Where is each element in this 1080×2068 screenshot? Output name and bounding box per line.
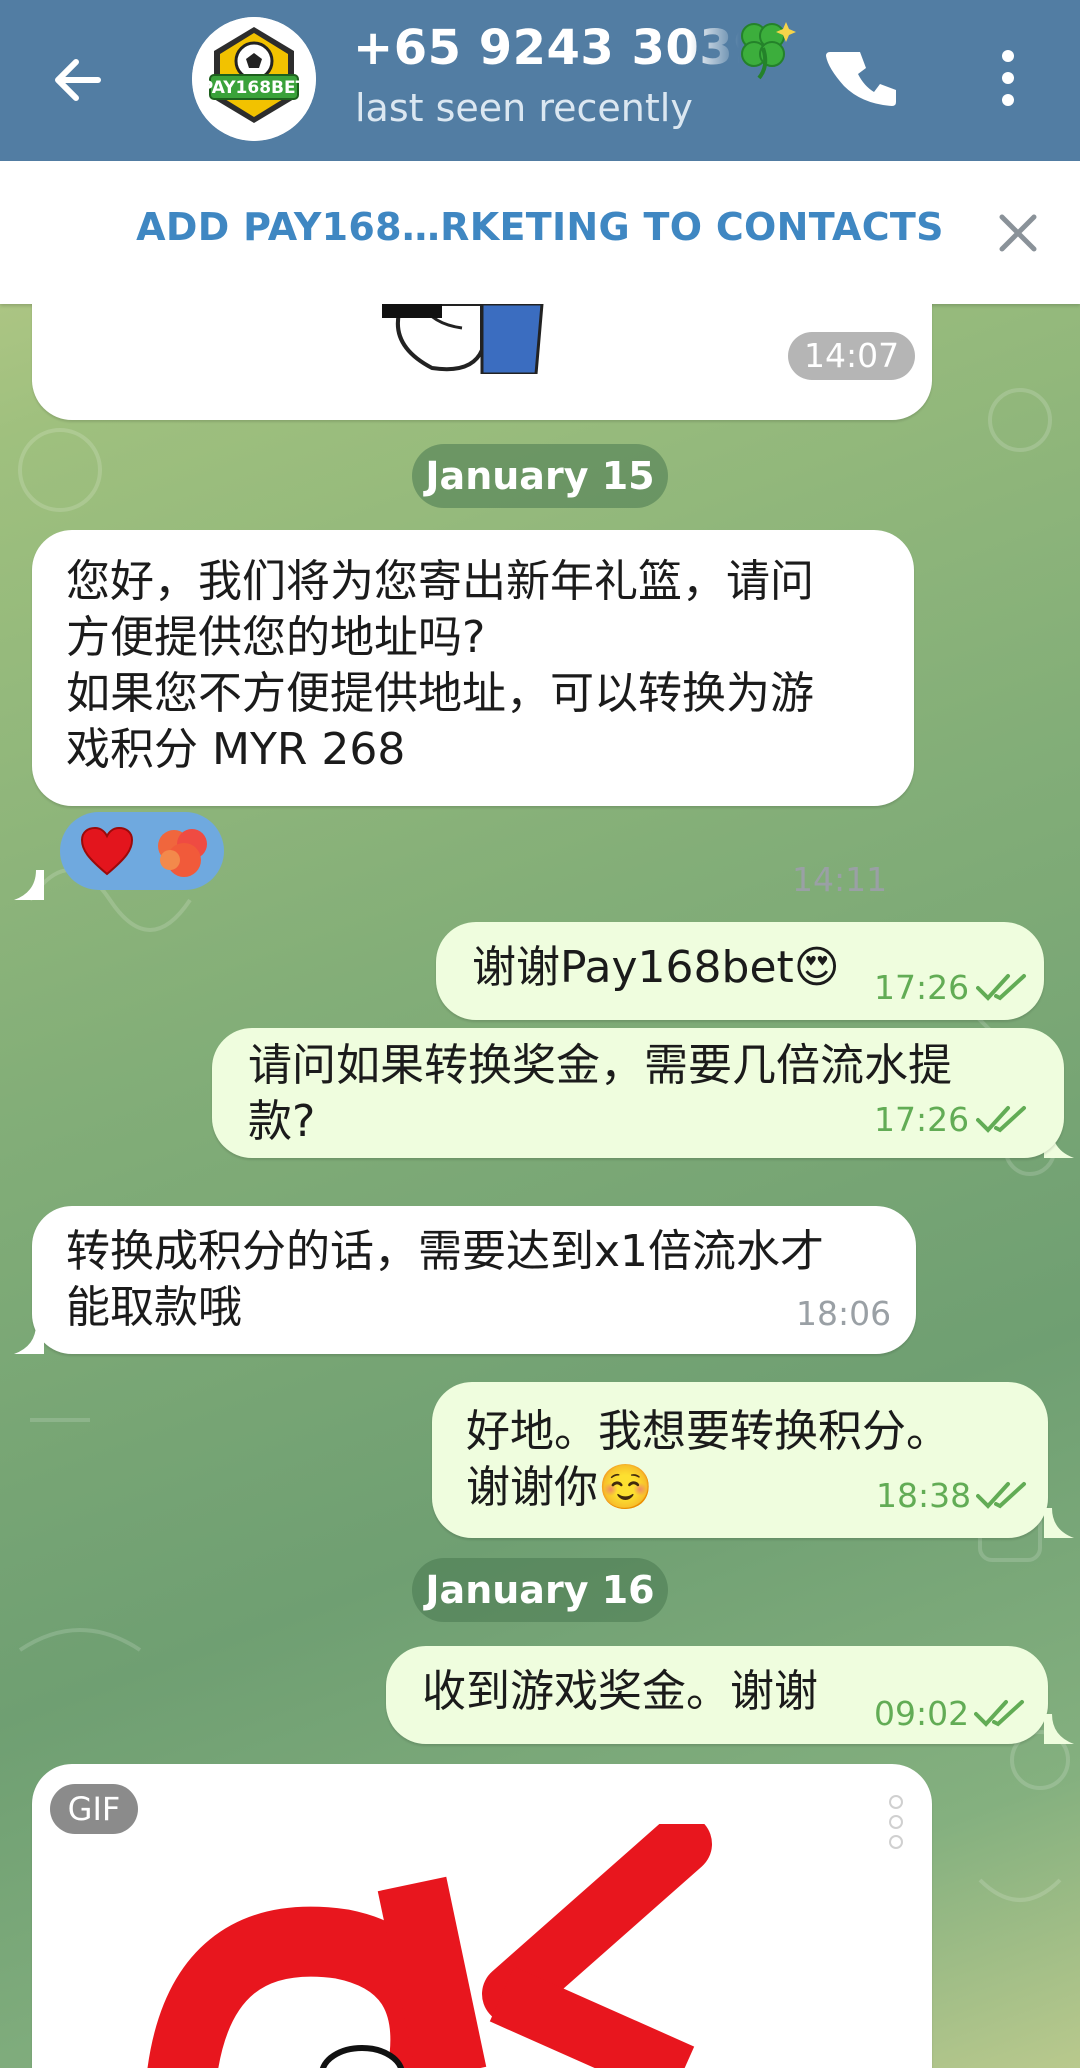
message-list[interactable]: 14:07 January 15 您好，我们将为您寄出新年礼篮，请问 方便提供您… — [0, 304, 1080, 2068]
date-separator: January 15 — [412, 444, 668, 508]
heart-burst-reaction-icon — [158, 829, 207, 877]
message-time: 17:26 — [874, 1100, 970, 1139]
svg-text:OK: OK — [122, 1824, 124, 1825]
four-leaf-clover-icon — [741, 22, 796, 80]
outgoing-message[interactable]: 好地。我想要转换积分。 谢谢你☺️ 18:38 — [432, 1382, 1048, 1538]
phone-call-icon[interactable] — [826, 38, 906, 118]
message-text: 您好，我们将为您寄出新年礼篮，请问 方便提供您的地址吗? 如果您不方便提供地址，… — [66, 556, 814, 775]
message-text: 收到游戏奖金。谢谢 — [422, 1666, 818, 1717]
date-separator: January 16 — [412, 1558, 668, 1622]
message-text: 转换成积分的话，需要达到x1倍流水才 能取款哦 — [66, 1226, 825, 1333]
outgoing-message[interactable]: 谢谢Pay168bet😍 17:26 — [436, 922, 1044, 1020]
gif-menu-icon[interactable] — [884, 1792, 908, 1852]
message-text: 请问如果转换奖金，需要几倍流水提 款? — [248, 1040, 952, 1147]
pay168bet-logo: PAY168BET — [192, 17, 316, 141]
message-time: 14:11 — [792, 860, 888, 899]
add-to-contacts-button[interactable]: ADD PAY168…RKETING TO CONTACTS — [0, 205, 1080, 249]
message-time: 18:38 — [876, 1476, 972, 1515]
message-time: 09:02 — [874, 1694, 970, 1733]
sticker-image — [382, 304, 544, 374]
double-check-read-icon — [974, 1700, 1024, 1727]
contact-avatar[interactable]: PAY168BET — [192, 17, 316, 141]
message-text: 谢谢Pay168bet😍 — [472, 942, 840, 993]
sticker-message[interactable]: 14:07 — [32, 304, 932, 420]
incoming-message[interactable]: 您好，我们将为您寄出新年礼篮，请问 方便提供您的地址吗? 如果您不方便提供地址，… — [32, 530, 914, 899]
reactions-bar[interactable] — [60, 812, 224, 890]
close-icon[interactable] — [990, 205, 1046, 261]
add-contact-banner: ADD PAY168…RKETING TO CONTACTS — [0, 161, 1080, 304]
double-check-read-icon — [976, 1106, 1026, 1133]
gif-message[interactable]: GIF OK — [32, 1764, 932, 2068]
bubble-tail — [14, 870, 44, 900]
incoming-message[interactable]: 转换成积分的话，需要达到x1倍流水才 能取款哦 18:06 — [32, 1206, 916, 1354]
message-time: 18:06 — [796, 1294, 892, 1333]
double-check-read-icon — [976, 1482, 1026, 1509]
bubble-tail — [14, 1324, 44, 1354]
outgoing-message[interactable]: 收到游戏奖金。谢谢 09:02 — [386, 1646, 1048, 1744]
heart-reaction-icon — [80, 826, 134, 876]
bubble-tail — [1044, 1714, 1074, 1744]
outgoing-message[interactable]: 请问如果转换奖金，需要几倍流水提 款? 17:26 — [212, 1028, 1064, 1158]
more-options-icon[interactable] — [978, 38, 1038, 118]
message-time: 14:07 — [788, 332, 916, 380]
gif-ok-image: OK — [122, 1824, 712, 2068]
message-time: 17:26 — [874, 968, 970, 1007]
chat-header: PAY168BET +65 9243 3039 last seen recent… — [0, 0, 1080, 161]
back-arrow-icon[interactable] — [40, 38, 124, 122]
svg-text:PAY168BET: PAY168BET — [201, 78, 308, 98]
double-check-read-icon — [976, 974, 1026, 1001]
bubble-tail — [1044, 1508, 1074, 1538]
last-seen-status: last seen recently — [355, 86, 693, 130]
